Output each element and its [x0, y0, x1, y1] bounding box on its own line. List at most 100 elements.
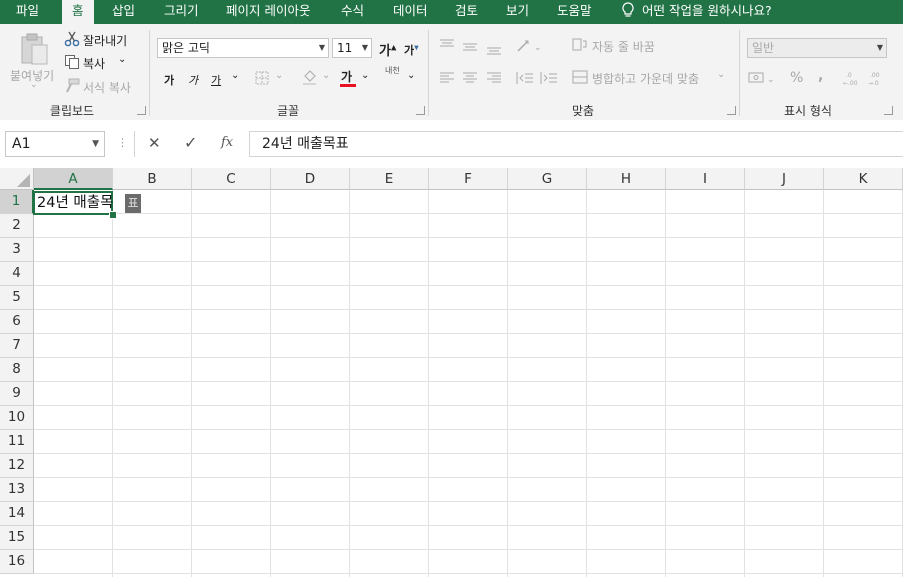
row-header-6[interactable]: 6 — [0, 310, 34, 334]
grow-font-button[interactable]: 가▲ — [379, 40, 396, 59]
tab-data[interactable]: 데이터 — [393, 0, 428, 24]
percent-button[interactable]: % — [790, 70, 803, 86]
fill-color-dropdown-icon[interactable]: ⌄ — [322, 70, 330, 81]
column-header-f[interactable]: F — [429, 168, 508, 190]
row-header-10[interactable]: 10 — [0, 406, 34, 430]
clipboard-launcher-icon[interactable] — [137, 106, 146, 115]
bottom-align-button[interactable] — [486, 42, 502, 56]
formula-content: 24년 매출목표 — [262, 136, 349, 152]
format-painter-button[interactable]: 서식 복사 — [64, 78, 144, 96]
row-header-8[interactable]: 8 — [0, 358, 34, 382]
row-header-14[interactable]: 14 — [0, 502, 34, 526]
tab-insert[interactable]: 삽입 — [112, 0, 135, 24]
column-header-c[interactable]: C — [192, 168, 271, 190]
row-header-9[interactable]: 9 — [0, 382, 34, 406]
decrease-indent-button[interactable] — [516, 71, 534, 85]
comma-button[interactable]: , — [818, 68, 823, 84]
tab-draw[interactable]: 그리기 — [164, 0, 199, 24]
align-right-button[interactable] — [486, 71, 502, 85]
column-header-h[interactable]: H — [587, 168, 666, 190]
row-header-11[interactable]: 11 — [0, 430, 34, 454]
paste-dropdown-icon[interactable]: ⌄ — [30, 80, 38, 90]
svg-text:.0: .0 — [846, 72, 852, 79]
accounting-format-button[interactable]: ⌄ — [748, 70, 778, 86]
decrease-decimal-button[interactable]: .00 →.0 — [868, 70, 886, 87]
shrink-font-button[interactable]: 가▼ — [404, 42, 419, 58]
orientation-button[interactable]: ⌄ — [516, 38, 546, 54]
tab-home[interactable]: 홈 — [62, 0, 94, 26]
increase-decimal-button[interactable]: .0 ←.00 — [843, 70, 861, 87]
name-box-value: A1 — [12, 136, 31, 152]
column-header-e[interactable]: E — [350, 168, 429, 190]
bold-button[interactable]: 가 — [164, 72, 174, 88]
row-header-1[interactable]: 1 — [0, 190, 34, 214]
font-color-dropdown-icon[interactable]: ⌄ — [361, 70, 369, 81]
formula-input[interactable]: 24년 매출목표 — [249, 131, 903, 157]
font-color-bar — [340, 84, 356, 87]
column-header-b[interactable]: B — [113, 168, 192, 190]
select-all-button[interactable] — [0, 168, 34, 190]
italic-button[interactable]: 가 — [188, 72, 198, 88]
more-options-icon[interactable]: ⋮ — [117, 136, 128, 149]
border-button[interactable] — [255, 71, 269, 85]
tab-review[interactable]: 검토 — [455, 0, 478, 24]
fill-color-button[interactable] — [302, 68, 318, 86]
wrap-text-button[interactable]: 자동 줄 바꿈 — [572, 37, 664, 55]
confirm-entry-button[interactable]: ✓ — [184, 133, 197, 152]
phonetic-button[interactable]: 내천 — [385, 66, 401, 75]
currency-icon: ⌄ — [748, 72, 775, 85]
number-launcher-icon[interactable] — [884, 106, 893, 115]
underline-dropdown-icon[interactable]: ⌄ — [231, 70, 239, 81]
top-align-button[interactable] — [439, 38, 455, 52]
svg-text:⌄: ⌄ — [534, 43, 542, 53]
tab-file[interactable]: 파일 — [16, 0, 39, 24]
cut-button[interactable]: 잘라내기 — [64, 31, 144, 49]
font-launcher-icon[interactable] — [416, 106, 425, 115]
number-format-combo[interactable]: 일반 ▼ — [747, 38, 887, 58]
align-center-button[interactable] — [462, 71, 478, 85]
column-header-a[interactable]: A — [34, 168, 113, 190]
tab-view[interactable]: 보기 — [506, 0, 529, 24]
insert-function-button[interactable]: fx — [221, 135, 233, 150]
tab-formulas[interactable]: 수식 — [341, 0, 364, 24]
tab-help[interactable]: 도움말 — [557, 0, 592, 24]
bottom-align-icon — [487, 47, 501, 55]
font-name-combo[interactable]: 맑은 고딕 ▼ — [157, 38, 329, 58]
row-header-15[interactable]: 15 — [0, 526, 34, 550]
align-left-button[interactable] — [439, 71, 455, 85]
row-header-13[interactable]: 13 — [0, 478, 34, 502]
alignment-launcher-icon[interactable] — [727, 106, 736, 115]
font-color-button[interactable]: 가 — [340, 67, 356, 89]
tell-me-search[interactable]: 어떤 작업을 원하시나요? — [622, 0, 772, 24]
column-header-k[interactable]: K — [824, 168, 903, 190]
name-box[interactable]: A1 ▼ — [5, 131, 105, 157]
copy-button[interactable]: 복사 ⌄ — [64, 54, 134, 72]
column-header-d[interactable]: D — [271, 168, 350, 190]
ribbon: 붙여넣기 ⌄ 잘라내기 복사 ⌄ 서식 복사 클립보드 맑은 고딕 ▼ 11 ▼ — [0, 24, 903, 121]
middle-align-button[interactable] — [462, 40, 478, 54]
tab-page-layout[interactable]: 페이지 레이아웃 — [226, 0, 310, 24]
column-header-g[interactable]: G — [508, 168, 587, 190]
row-header-3[interactable]: 3 — [0, 238, 34, 262]
row-header-2[interactable]: 2 — [0, 214, 34, 238]
copy-label: 복사 — [83, 57, 106, 71]
underline-button[interactable]: 가 — [211, 72, 221, 88]
row-header-7[interactable]: 7 — [0, 334, 34, 358]
align-center-icon — [463, 72, 477, 83]
row-header-4[interactable]: 4 — [0, 262, 34, 286]
phonetic-dropdown-icon[interactable]: ⌄ — [407, 70, 415, 81]
font-size-combo[interactable]: 11 ▼ — [332, 38, 372, 58]
chevron-down-icon: ▼ — [92, 139, 99, 149]
cell-area[interactable] — [34, 190, 903, 577]
row-header-5[interactable]: 5 — [0, 286, 34, 310]
cancel-entry-button[interactable]: ✕ — [148, 134, 161, 152]
increase-indent-button[interactable] — [540, 71, 558, 85]
column-header-j[interactable]: J — [745, 168, 824, 190]
row-header-16[interactable]: 16 — [0, 550, 34, 574]
number-format-value: 일반 — [752, 41, 775, 55]
merge-center-button[interactable]: 병합하고 가운데 맞춤 ⌄ — [572, 69, 728, 87]
paste-button[interactable] — [18, 32, 50, 66]
row-header-12[interactable]: 12 — [0, 454, 34, 478]
column-header-i[interactable]: I — [666, 168, 745, 190]
border-dropdown-icon[interactable]: ⌄ — [275, 70, 283, 81]
